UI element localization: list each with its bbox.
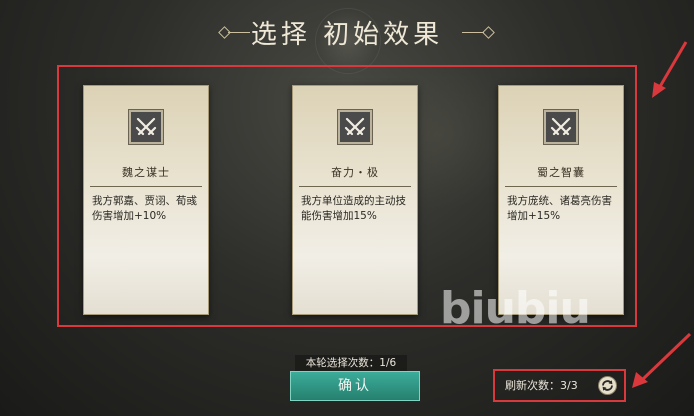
card-name: 魏之谋士 xyxy=(122,166,170,179)
crossed-swords-icon xyxy=(543,109,579,145)
crossed-swords-icon xyxy=(337,109,373,145)
effect-card-3[interactable]: 蜀之智囊 我方庞统、诸葛亮伤害增加+15% xyxy=(498,85,624,315)
title-line-right xyxy=(462,32,484,33)
annotation-arrow-bottom xyxy=(630,330,692,390)
card-divider xyxy=(505,186,617,187)
refresh-count-label: 刷新次数：3/3 xyxy=(505,379,578,392)
card-divider xyxy=(90,186,202,187)
card-divider xyxy=(299,186,411,187)
card-description: 我方单位造成的主动技能伤害增加15% xyxy=(301,195,406,222)
selection-count-label: 本轮选择次数：1/6 xyxy=(295,355,407,371)
annotation-arrow-top xyxy=(650,40,690,100)
effect-card-2[interactable]: 奋力・极 我方单位造成的主动技能伤害增加15% xyxy=(292,85,418,315)
page-title: 选择 初始效果 xyxy=(250,20,444,50)
watermark: biubiu xyxy=(440,283,591,334)
card-description: 我方庞统、诸葛亮伤害增加+15% xyxy=(507,195,612,222)
confirm-button[interactable]: 确认 xyxy=(290,371,420,401)
card-name: 蜀之智囊 xyxy=(537,166,585,179)
refresh-button[interactable] xyxy=(598,376,617,395)
effect-card-1[interactable]: 魏之谋士 我方郭嘉、贾诩、荀彧伤害增加+10% xyxy=(83,85,209,315)
card-description: 我方郭嘉、贾诩、荀彧伤害增加+10% xyxy=(92,195,197,222)
refresh-icon xyxy=(602,380,613,391)
card-name: 奋力・极 xyxy=(331,166,379,179)
crossed-swords-icon xyxy=(128,109,164,145)
